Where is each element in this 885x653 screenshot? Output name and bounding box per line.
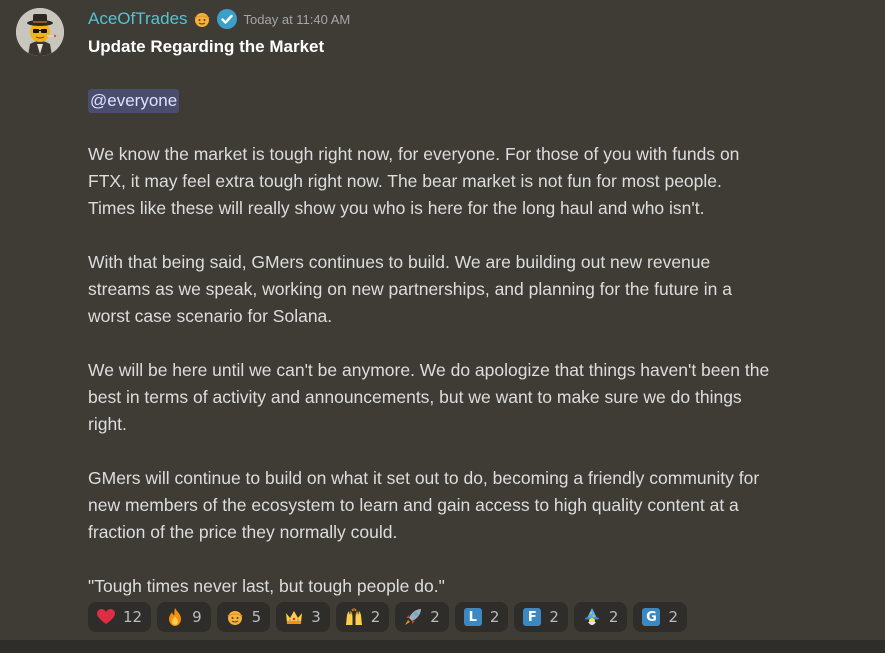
- text-line: fraction of the price they normally coul…: [88, 522, 398, 542]
- paragraph-1: We know the market is tough right now, f…: [88, 141, 868, 222]
- message-header: AceOfTrades Today at 11:40 AM: [88, 8, 350, 30]
- cowboy-sun-icon: [193, 13, 210, 27]
- raised-hands-icon: [345, 608, 362, 625]
- reaction-count: 5: [251, 608, 262, 626]
- reaction-count: 9: [192, 608, 202, 626]
- text-line: GMers will continue to build on what it …: [88, 468, 760, 488]
- text-line: worst case scenario for Solana.: [88, 306, 333, 326]
- cowboy-sun-icon: [226, 611, 243, 625]
- reaction-count: 2: [549, 608, 559, 626]
- quote-paragraph: "Tough times never last, but tough peopl…: [88, 573, 868, 600]
- paragraph-2: With that being said, GMers continues to…: [88, 249, 868, 330]
- reactions-bar: 12 9 5 3 2 2 L 2 F 2 2 G 2: [88, 602, 688, 632]
- verified-badge-icon: [216, 9, 237, 29]
- reaction-raised-hands[interactable]: 2: [335, 602, 390, 632]
- reaction-letter-f[interactable]: F 2: [514, 602, 568, 632]
- text-line: streams as we speak, working on new part…: [88, 279, 732, 299]
- reaction-letter-l[interactable]: L 2: [454, 602, 509, 632]
- text-line: FTX, it may feel extra tough right now. …: [88, 171, 722, 191]
- bottom-divider: [0, 640, 885, 653]
- username[interactable]: AceOfTrades: [88, 9, 188, 29]
- reaction-crown[interactable]: 3: [276, 602, 330, 632]
- avatar-character-icon: [16, 8, 64, 56]
- paragraph-4: GMers will continue to build on what it …: [88, 465, 868, 546]
- text-line: Times like these will really show you wh…: [88, 198, 705, 218]
- reaction-heart[interactable]: 12: [88, 602, 152, 632]
- reaction-wizard[interactable]: 2: [573, 602, 628, 632]
- text-line: "Tough times never last, but tough peopl…: [88, 576, 445, 596]
- mention-line: @everyone: [88, 87, 868, 114]
- message-timestamp[interactable]: Today at 11:40 AM: [244, 12, 351, 27]
- text-line: new members of the ecosystem to learn an…: [88, 495, 739, 515]
- reaction-count: 3: [311, 608, 321, 626]
- crown-icon: [286, 611, 303, 624]
- paragraph-3: We will be here until we can't be anymor…: [88, 357, 868, 438]
- letter-l-icon: L: [463, 608, 482, 626]
- text-line: We will be here until we can't be anymor…: [88, 360, 770, 380]
- text-line: We know the market is tough right now, f…: [88, 144, 740, 164]
- message-content: Update Regarding the Market @everyone We…: [88, 33, 868, 600]
- reaction-count: 2: [668, 608, 679, 626]
- reaction-count: 2: [430, 608, 440, 626]
- text-line: best in terms of activity and announceme…: [88, 387, 742, 407]
- message-title: Update Regarding the Market: [88, 37, 325, 56]
- reaction-count: 2: [370, 608, 381, 626]
- letter-f-icon: F: [523, 608, 542, 626]
- reaction-rocket[interactable]: 2: [395, 602, 449, 632]
- fire-icon: [169, 608, 182, 626]
- reaction-count: 2: [608, 608, 619, 626]
- reaction-letter-g[interactable]: G 2: [633, 602, 688, 632]
- letter-g-icon: G: [642, 608, 661, 626]
- wizard-icon: [584, 608, 599, 625]
- rocket-icon: [405, 609, 422, 625]
- reaction-count: 12: [123, 608, 143, 626]
- message-container: AceOfTrades Today at 11:40 AM Update Reg…: [0, 0, 885, 640]
- reaction-count: 2: [489, 608, 500, 626]
- reaction-cowboy-sun[interactable]: 5: [216, 602, 271, 632]
- heart-icon: [97, 609, 115, 624]
- user-avatar[interactable]: [16, 8, 64, 56]
- reaction-fire[interactable]: 9: [157, 602, 211, 632]
- text-line: right.: [88, 414, 127, 434]
- text-line: With that being said, GMers continues to…: [88, 252, 711, 272]
- everyone-mention[interactable]: @everyone: [88, 89, 180, 113]
